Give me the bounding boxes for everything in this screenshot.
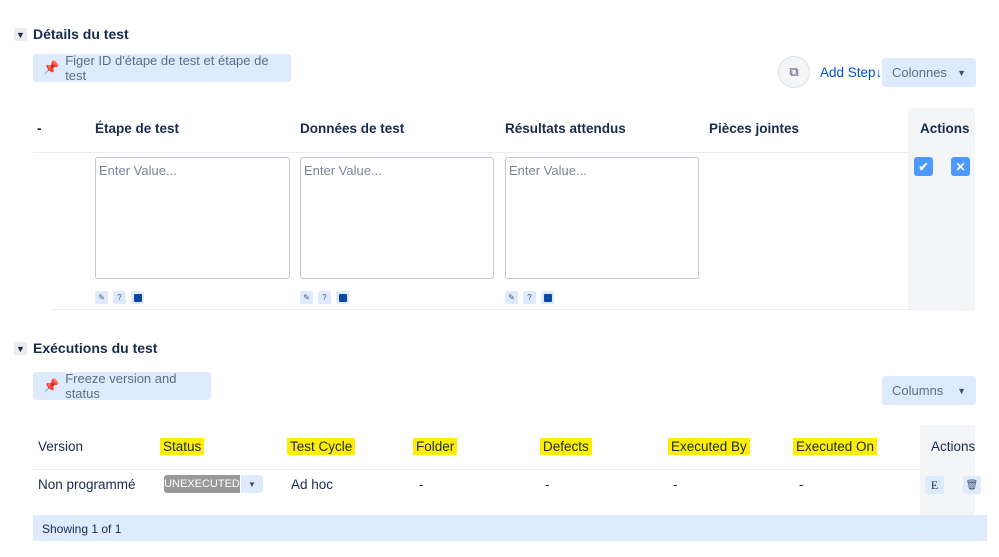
- pagination-footer: Showing 1 of 1: [33, 515, 987, 541]
- help-icon[interactable]: ?: [523, 291, 536, 304]
- help-icon[interactable]: ?: [318, 291, 331, 304]
- folder-cell: -: [419, 477, 424, 492]
- divider: [33, 469, 920, 470]
- header-actions: Actions: [931, 439, 976, 454]
- freeze-step-label: Figer ID d'étape de test et étape de tes…: [65, 53, 269, 83]
- checkbox-icon[interactable]: [131, 291, 144, 304]
- details-section-title: Détails du test: [33, 26, 129, 42]
- columns-label: Columns: [892, 383, 944, 398]
- checkbox-icon[interactable]: [541, 291, 554, 304]
- header-status: Status: [160, 438, 205, 455]
- collapse-details-chevron-icon[interactable]: ▼: [14, 28, 27, 41]
- header-executed-on: Executed On: [793, 438, 878, 455]
- status-value: UNEXECUTED: [164, 475, 240, 493]
- freeze-step-button[interactable]: 📌 Figer ID d'étape de test et étape de t…: [33, 53, 291, 83]
- version-cell: Non programmé: [38, 477, 136, 492]
- executions-section-title: Exécutions du test: [33, 340, 158, 356]
- header-test-cycle: Test Cycle: [287, 438, 356, 455]
- trash-icon[interactable]: 🗑: [963, 476, 981, 494]
- header-step: Étape de test: [95, 121, 180, 136]
- data-toolbar: ✎?: [300, 291, 349, 304]
- execute-icon[interactable]: E: [925, 476, 944, 494]
- pin-icon: 📌: [43, 378, 60, 393]
- defects-cell: -: [545, 477, 550, 492]
- save-check-icon[interactable]: ✔: [914, 157, 933, 176]
- chevron-down-icon: ▼: [957, 67, 966, 78]
- columns-label: Colonnes: [892, 65, 947, 80]
- status-select[interactable]: UNEXECUTED ▼: [164, 475, 263, 493]
- header-defects: Defects: [540, 438, 592, 455]
- step-toolbar: ✎?: [95, 291, 144, 304]
- test-cycle-link[interactable]: Ad hoc: [291, 477, 333, 492]
- cancel-close-icon[interactable]: ✕: [951, 157, 970, 176]
- freeze-version-button[interactable]: 📌 Freeze version and status: [33, 371, 211, 401]
- expected-result-input[interactable]: Enter Value...: [505, 157, 699, 279]
- edit-icon[interactable]: ✎: [300, 291, 313, 304]
- header-folder: Folder: [413, 438, 458, 455]
- columns-dropdown-fr[interactable]: Colonnes ▼: [882, 58, 976, 87]
- chevron-down-icon: ▼: [957, 385, 966, 396]
- columns-dropdown[interactable]: Columns ▼: [882, 376, 976, 405]
- header-attachments: Pièces jointes: [709, 121, 800, 136]
- header-version: Version: [38, 439, 84, 454]
- header-test-data: Données de test: [300, 121, 405, 136]
- executed-by-cell: -: [673, 477, 678, 492]
- add-step-link[interactable]: Add Step↓: [820, 65, 882, 80]
- divider: [33, 152, 908, 153]
- executed-on-cell: -: [799, 477, 804, 492]
- checkbox-icon[interactable]: [336, 291, 349, 304]
- edit-icon[interactable]: ✎: [95, 291, 108, 304]
- actions-column: [908, 108, 975, 309]
- collapse-executions-chevron-icon[interactable]: ▼: [14, 342, 27, 355]
- copy-icon[interactable]: ⧉: [778, 56, 810, 88]
- help-icon[interactable]: ?: [113, 291, 126, 304]
- header-actions: Actions: [920, 121, 970, 136]
- header-executed-by: Executed By: [668, 438, 750, 455]
- divider: [52, 309, 975, 310]
- header-index: -: [37, 121, 42, 136]
- test-data-input[interactable]: Enter Value...: [300, 157, 494, 279]
- pin-icon: 📌: [43, 60, 60, 75]
- header-expected: Résultats attendus: [505, 121, 626, 136]
- step-input[interactable]: Enter Value...: [95, 157, 290, 279]
- chevron-down-icon[interactable]: ▼: [241, 475, 263, 493]
- expected-toolbar: ✎?: [505, 291, 554, 304]
- edit-icon[interactable]: ✎: [505, 291, 518, 304]
- freeze-version-label: Freeze version and status: [65, 371, 177, 401]
